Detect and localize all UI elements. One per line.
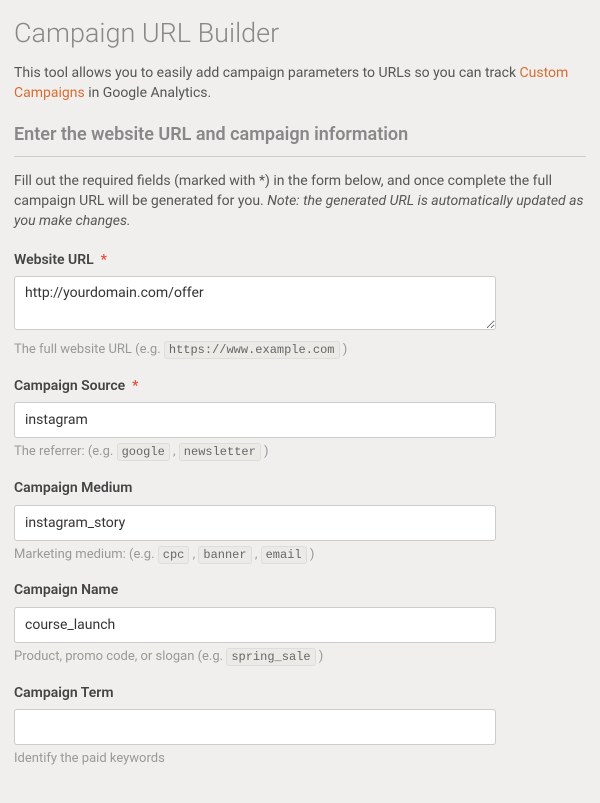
- page-title: Campaign URL Builder: [14, 14, 586, 53]
- example-code: spring_sale: [226, 648, 315, 666]
- website-url-help: The full website URL (e.g. https://www.e…: [14, 341, 586, 360]
- intro-suffix: in Google Analytics.: [85, 85, 212, 101]
- example-code: email: [261, 546, 307, 564]
- section-description: Fill out the required fields (marked wit…: [14, 171, 586, 232]
- website-url-label: Website URL *: [14, 250, 586, 270]
- field-campaign-name: Campaign Name Product, promo code, or sl…: [14, 580, 586, 666]
- example-code: google: [117, 443, 170, 461]
- campaign-name-label: Campaign Name: [14, 580, 586, 600]
- field-website-url: Website URL * http://yourdomain.com/offe…: [14, 250, 586, 360]
- required-star: *: [132, 378, 138, 394]
- example-code: banner: [198, 546, 251, 564]
- campaign-name-help: Product, promo code, or slogan (e.g. spr…: [14, 648, 586, 667]
- campaign-name-input[interactable]: [14, 607, 496, 643]
- campaign-medium-input[interactable]: [14, 505, 496, 541]
- website-url-input[interactable]: http://yourdomain.com/offer: [14, 276, 496, 330]
- campaign-medium-help: Marketing medium: (e.g. cpc , banner , e…: [14, 546, 586, 565]
- campaign-medium-label: Campaign Medium: [14, 478, 586, 498]
- campaign-source-help: The referrer: (e.g. google , newsletter …: [14, 443, 586, 462]
- field-campaign-source: Campaign Source * The referrer: (e.g. go…: [14, 376, 586, 462]
- campaign-source-input[interactable]: [14, 402, 496, 438]
- intro-text: This tool allows you to easily add campa…: [14, 63, 586, 104]
- required-star: *: [101, 252, 107, 268]
- example-code: cpc: [158, 546, 190, 564]
- field-campaign-medium: Campaign Medium Marketing medium: (e.g. …: [14, 478, 586, 564]
- campaign-term-help: Identify the paid keywords: [14, 750, 586, 769]
- campaign-term-input[interactable]: [14, 709, 496, 745]
- campaign-term-label: Campaign Term: [14, 683, 586, 703]
- section-heading: Enter the website URL and campaign infor…: [14, 122, 586, 157]
- field-campaign-term: Campaign Term Identify the paid keywords: [14, 683, 586, 769]
- intro-prefix: This tool allows you to easily add campa…: [14, 65, 520, 81]
- example-code: newsletter: [179, 443, 261, 461]
- campaign-source-label: Campaign Source *: [14, 376, 586, 396]
- website-url-label-text: Website URL: [14, 252, 94, 268]
- campaign-source-label-text: Campaign Source: [14, 378, 125, 394]
- example-url-code: https://www.example.com: [164, 341, 340, 359]
